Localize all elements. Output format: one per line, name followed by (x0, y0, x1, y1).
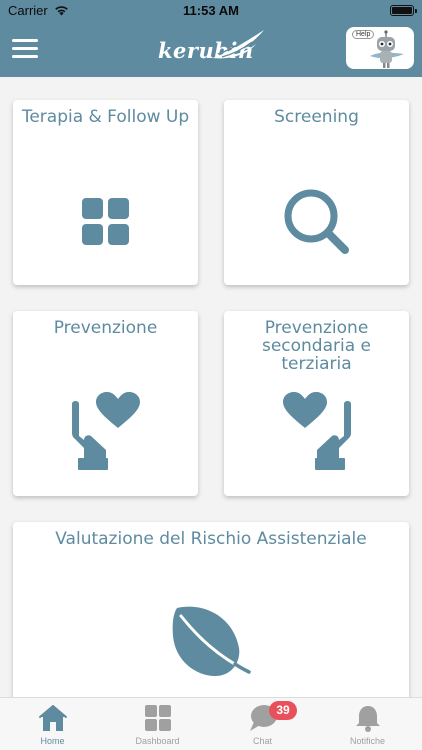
notification-badge: 39 (269, 701, 297, 720)
home-icon (38, 705, 67, 731)
tab-label: Notifiche (349, 736, 385, 746)
card-screening[interactable]: Screening (224, 100, 409, 285)
card-terapia-follow-up[interactable]: Terapia & Follow Up (13, 100, 198, 285)
battery-icon (390, 5, 417, 16)
leaf-icon (172, 606, 251, 676)
card-prevenzione-secondaria-terziaria[interactable]: Prevenzione secondaria e terziaria (224, 311, 409, 496)
dashboard-icon (144, 705, 171, 731)
tab-label: Dashboard (135, 736, 180, 746)
grid-icon (81, 198, 129, 245)
tab-home[interactable]: Home (0, 698, 105, 750)
card-title: Valutazione del Rischio Assistenziale (55, 529, 367, 549)
hand-heart-icon (71, 392, 140, 470)
card-title: Screening (274, 107, 359, 127)
robot-icon (370, 30, 404, 68)
wing-icon (212, 30, 264, 59)
help-robot-button[interactable]: Help (346, 27, 414, 69)
card-title: Terapia & Follow Up (21, 107, 190, 127)
menu-icon[interactable] (12, 39, 38, 59)
brand-logo: kerubin (150, 28, 270, 68)
tab-dashboard[interactable]: Dashboard (105, 698, 210, 750)
hand-heart-icon (282, 392, 351, 470)
tab-label: Home (40, 736, 65, 746)
bottom-tab-bar: Home Dashboard Chat Notifiche 39 (0, 697, 422, 750)
status-bar: Carrier 11:53 AM (0, 0, 422, 22)
tab-label: Chat (252, 736, 272, 746)
tab-notifiche[interactable]: Notifiche (315, 698, 420, 750)
card-valutazione-rischio-assistenziale[interactable]: Valutazione del Rischio Assistenziale (13, 522, 409, 707)
status-time: 11:53 AM (183, 3, 239, 18)
top-navbar: kerubin Help (0, 22, 422, 77)
card-title: Prevenzione (53, 318, 158, 338)
bell-icon (355, 706, 380, 732)
tab-chat[interactable]: Chat (210, 698, 315, 750)
search-icon (284, 189, 349, 254)
card-prevenzione[interactable]: Prevenzione (13, 311, 198, 496)
card-title: Prevenzione secondaria e terziaria (261, 318, 372, 374)
